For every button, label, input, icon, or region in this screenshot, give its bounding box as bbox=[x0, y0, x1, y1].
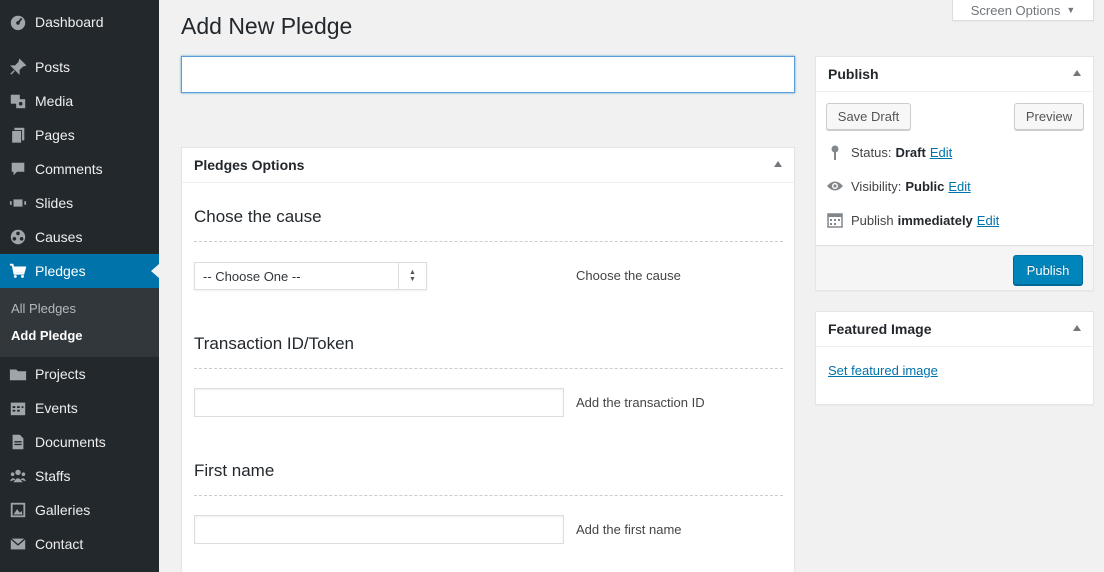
cart-icon bbox=[8, 261, 28, 281]
field-desc-cause: Choose the cause bbox=[576, 268, 681, 283]
pages-icon bbox=[8, 125, 28, 145]
pledges-options-title: Pledges Options bbox=[194, 157, 305, 173]
title-input[interactable] bbox=[181, 56, 795, 93]
menu-item-galleries[interactable]: Galleries bbox=[0, 493, 159, 527]
users-icon bbox=[8, 466, 28, 486]
slides-icon bbox=[8, 193, 28, 213]
cause-select-value: -- Choose One -- bbox=[203, 268, 301, 284]
field-desc-transaction: Add the transaction ID bbox=[576, 395, 705, 410]
menu-label-slides: Slides bbox=[35, 195, 74, 211]
submenu-all-pledges[interactable]: All Pledges bbox=[11, 301, 76, 316]
set-featured-image-link[interactable]: Set featured image bbox=[828, 363, 938, 378]
publish-box: Publish Save Draft Preview Status: Draft… bbox=[815, 56, 1094, 291]
menu-item-contact[interactable]: Contact bbox=[0, 527, 159, 561]
mail-icon bbox=[8, 534, 28, 554]
publish-label: Publish bbox=[851, 212, 894, 228]
menu-label-posts: Posts bbox=[35, 59, 71, 75]
menu-item-media[interactable]: Media bbox=[0, 84, 159, 118]
menu-item-staffs[interactable]: Staffs bbox=[0, 459, 159, 493]
menu-item-projects[interactable]: Projects bbox=[0, 357, 159, 391]
menu-item-documents[interactable]: Documents bbox=[0, 425, 159, 459]
cause-select[interactable]: -- Choose One -- ▲ ▼ bbox=[194, 262, 427, 290]
pin-icon bbox=[826, 143, 844, 161]
publish-value: immediately bbox=[897, 212, 973, 228]
first-name-input[interactable] bbox=[194, 515, 564, 544]
divider bbox=[194, 495, 783, 496]
calendar-icon bbox=[826, 211, 844, 229]
menu-item-events[interactable]: Events bbox=[0, 391, 159, 425]
menu-label-staffs: Staffs bbox=[35, 468, 71, 484]
page-title: Add New Pledge bbox=[181, 13, 353, 39]
pledges-options-box: Pledges Options Chose the cause -- Choos… bbox=[181, 147, 795, 572]
menu-label-events: Events bbox=[35, 400, 78, 416]
field-title-transaction: Transaction ID/Token bbox=[194, 334, 354, 353]
field-title-first-name: First name bbox=[194, 461, 275, 480]
screen-options-label: Screen Options bbox=[970, 2, 1061, 18]
status-label: Status: bbox=[851, 144, 892, 160]
pledges-submenu: All Pledges Add Pledge bbox=[0, 288, 159, 357]
edit-schedule-link[interactable]: Edit bbox=[977, 213, 999, 228]
menu-label-contact: Contact bbox=[35, 536, 84, 552]
admin-sidebar: Dashboard Posts Media Pages Comments Sli… bbox=[0, 0, 159, 572]
document-icon bbox=[8, 432, 28, 452]
featured-image-title: Featured Image bbox=[828, 321, 932, 337]
screen-options-button[interactable]: Screen Options ▼ bbox=[952, 0, 1094, 21]
menu-label-projects: Projects bbox=[35, 366, 86, 382]
menu-item-comments[interactable]: Comments bbox=[0, 152, 159, 186]
menu-label-comments: Comments bbox=[35, 161, 103, 177]
calendar-icon bbox=[8, 398, 28, 418]
media-icon bbox=[8, 91, 28, 111]
divider bbox=[194, 241, 783, 242]
visibility-value: Public bbox=[905, 178, 945, 194]
active-menu-arrow bbox=[151, 264, 159, 278]
menu-item-pledges[interactable]: Pledges bbox=[0, 254, 159, 288]
menu-item-slides[interactable]: Slides bbox=[0, 186, 159, 220]
collapse-arrow-icon[interactable] bbox=[1073, 325, 1081, 331]
submenu-add-pledge[interactable]: Add Pledge bbox=[11, 328, 83, 343]
pledges-options-header[interactable]: Pledges Options bbox=[182, 148, 794, 183]
caret-down-icon: ▼ bbox=[1066, 5, 1076, 15]
menu-item-causes[interactable]: Causes bbox=[0, 220, 159, 254]
field-title-cause: Chose the cause bbox=[194, 207, 322, 226]
featured-image-box: Featured Image Set featured image bbox=[815, 311, 1094, 405]
save-draft-button[interactable]: Save Draft bbox=[826, 103, 911, 130]
menu-item-posts[interactable]: Posts bbox=[0, 50, 159, 84]
transaction-id-input[interactable] bbox=[194, 388, 564, 417]
status-value: Draft bbox=[895, 144, 926, 160]
field-desc-first-name: Add the first name bbox=[576, 522, 682, 537]
menu-label-media: Media bbox=[35, 93, 74, 109]
collapse-arrow-icon[interactable] bbox=[774, 161, 782, 167]
status-row: Status: Draft Edit bbox=[826, 143, 952, 161]
causes-icon bbox=[8, 227, 28, 247]
folder-icon bbox=[8, 364, 28, 384]
menu-label-documents: Documents bbox=[35, 434, 106, 450]
visibility-label: Visibility: bbox=[851, 178, 902, 194]
publish-title: Publish bbox=[828, 66, 879, 82]
eye-icon bbox=[826, 177, 844, 195]
menu-label-galleries: Galleries bbox=[35, 502, 91, 518]
major-publishing-actions: Publish bbox=[816, 245, 1093, 290]
publish-button[interactable]: Publish bbox=[1013, 255, 1083, 285]
featured-image-header[interactable]: Featured Image bbox=[816, 312, 1093, 347]
menu-label-pages: Pages bbox=[35, 127, 75, 143]
menu-item-dashboard[interactable]: Dashboard bbox=[0, 5, 159, 39]
menu-label-dashboard: Dashboard bbox=[35, 14, 104, 30]
pin-icon bbox=[8, 57, 28, 77]
menu-item-pages[interactable]: Pages bbox=[0, 118, 159, 152]
divider bbox=[194, 368, 783, 369]
select-arrows-icon: ▲ ▼ bbox=[398, 263, 426, 289]
visibility-row: Visibility: Public Edit bbox=[826, 177, 971, 195]
collapse-arrow-icon[interactable] bbox=[1073, 70, 1081, 76]
publish-header[interactable]: Publish bbox=[816, 57, 1093, 92]
publish-schedule-row: Publish immediately Edit bbox=[826, 211, 999, 229]
edit-visibility-link[interactable]: Edit bbox=[948, 179, 970, 194]
menu-label-pledges: Pledges bbox=[35, 263, 86, 279]
menu-label-causes: Causes bbox=[35, 229, 83, 245]
gallery-icon bbox=[8, 500, 28, 520]
edit-status-link[interactable]: Edit bbox=[930, 145, 952, 160]
preview-button[interactable]: Preview bbox=[1014, 103, 1084, 130]
dashboard-icon bbox=[8, 12, 28, 32]
comment-icon bbox=[8, 159, 28, 179]
